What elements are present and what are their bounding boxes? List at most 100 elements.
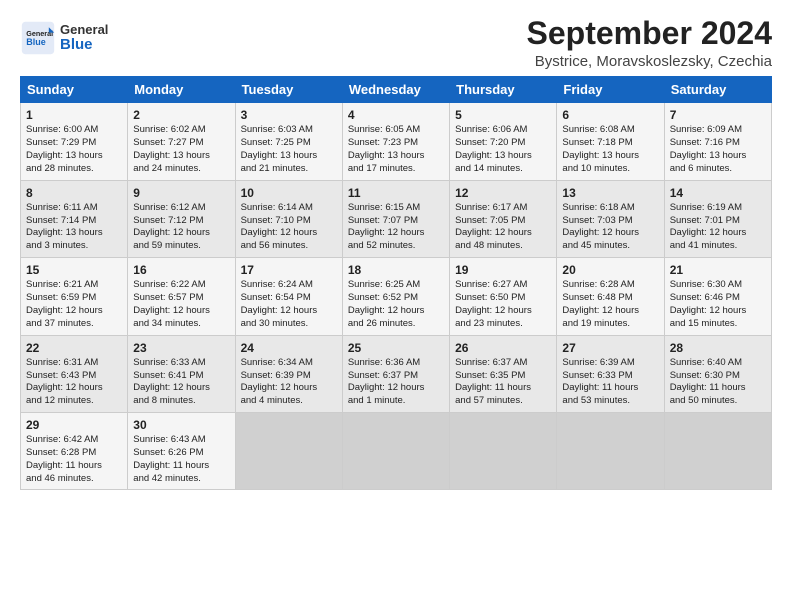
day-info-line: and 42 minutes. xyxy=(133,473,229,486)
day-info-line: Daylight: 11 hours xyxy=(562,382,658,395)
day-info-line: and 57 minutes. xyxy=(455,395,551,408)
day-number: 3 xyxy=(241,107,337,123)
day-number: 22 xyxy=(26,340,122,356)
day-info-line: Daylight: 12 hours xyxy=(133,382,229,395)
day-info-line: Sunrise: 6:15 AM xyxy=(348,202,444,215)
day-info-line: Sunset: 7:20 PM xyxy=(455,137,551,150)
day-number: 23 xyxy=(133,340,229,356)
table-row: 20Sunrise: 6:28 AMSunset: 6:48 PMDayligh… xyxy=(557,258,664,335)
table-row: 23Sunrise: 6:33 AMSunset: 6:41 PMDayligh… xyxy=(128,335,235,412)
day-number: 2 xyxy=(133,107,229,123)
table-row: 5Sunrise: 6:06 AMSunset: 7:20 PMDaylight… xyxy=(450,103,557,180)
col-tuesday: Tuesday xyxy=(235,77,342,103)
svg-text:Blue: Blue xyxy=(26,37,46,47)
day-info-line: Sunset: 6:46 PM xyxy=(670,292,766,305)
day-info-line: Sunrise: 6:27 AM xyxy=(455,279,551,292)
day-info-line: and 23 minutes. xyxy=(455,318,551,331)
table-row: 4Sunrise: 6:05 AMSunset: 7:23 PMDaylight… xyxy=(342,103,449,180)
day-number: 30 xyxy=(133,417,229,433)
day-info-line: Daylight: 12 hours xyxy=(241,227,337,240)
day-info-line: Sunset: 7:18 PM xyxy=(562,137,658,150)
day-info-line: Sunrise: 6:14 AM xyxy=(241,202,337,215)
day-info-line: and 56 minutes. xyxy=(241,240,337,253)
day-info-line: and 3 minutes. xyxy=(26,240,122,253)
day-info-line: Sunrise: 6:39 AM xyxy=(562,357,658,370)
day-info-line: Sunset: 6:35 PM xyxy=(455,370,551,383)
day-number: 12 xyxy=(455,185,551,201)
day-info-line: Sunrise: 6:22 AM xyxy=(133,279,229,292)
logo: General Blue General Blue xyxy=(20,20,108,56)
day-info-line: Daylight: 12 hours xyxy=(348,382,444,395)
table-row: 28Sunrise: 6:40 AMSunset: 6:30 PMDayligh… xyxy=(664,335,771,412)
day-info-line: Sunset: 6:30 PM xyxy=(670,370,766,383)
day-info-line: Sunset: 6:50 PM xyxy=(455,292,551,305)
day-info-line: Sunrise: 6:24 AM xyxy=(241,279,337,292)
day-number: 20 xyxy=(562,262,658,278)
day-info-line: Daylight: 13 hours xyxy=(348,150,444,163)
day-number: 25 xyxy=(348,340,444,356)
day-info-line: Daylight: 13 hours xyxy=(455,150,551,163)
col-wednesday: Wednesday xyxy=(342,77,449,103)
day-info-line: Sunrise: 6:21 AM xyxy=(26,279,122,292)
day-info-line: Sunrise: 6:37 AM xyxy=(455,357,551,370)
day-info-line: Sunset: 6:43 PM xyxy=(26,370,122,383)
header: General Blue General Blue September 2024… xyxy=(20,16,772,70)
day-info-line: Sunrise: 6:02 AM xyxy=(133,124,229,137)
day-info-line: Daylight: 11 hours xyxy=(455,382,551,395)
day-info-line: Sunrise: 6:25 AM xyxy=(348,279,444,292)
day-number: 27 xyxy=(562,340,658,356)
table-row: 25Sunrise: 6:36 AMSunset: 6:37 PMDayligh… xyxy=(342,335,449,412)
day-info-line: Sunrise: 6:11 AM xyxy=(26,202,122,215)
day-info-line: Sunrise: 6:00 AM xyxy=(26,124,122,137)
day-info-line: Daylight: 12 hours xyxy=(26,305,122,318)
table-row: 9Sunrise: 6:12 AMSunset: 7:12 PMDaylight… xyxy=(128,180,235,257)
logo-icon: General Blue xyxy=(20,20,56,56)
location: Bystrice, Moravskoslezsky, Czechia xyxy=(527,53,772,70)
day-info-line: Sunrise: 6:36 AM xyxy=(348,357,444,370)
day-info-line: Sunset: 7:03 PM xyxy=(562,215,658,228)
day-info-line: Daylight: 12 hours xyxy=(670,305,766,318)
day-info-line: Sunrise: 6:19 AM xyxy=(670,202,766,215)
day-info-line: Sunset: 7:23 PM xyxy=(348,137,444,150)
day-info-line: Daylight: 13 hours xyxy=(562,150,658,163)
table-row: 1Sunrise: 6:00 AMSunset: 7:29 PMDaylight… xyxy=(21,103,128,180)
day-info-line: Sunset: 6:41 PM xyxy=(133,370,229,383)
day-info-line: Daylight: 13 hours xyxy=(26,150,122,163)
day-info-line: Sunrise: 6:03 AM xyxy=(241,124,337,137)
day-info-line: and 59 minutes. xyxy=(133,240,229,253)
day-info-line: and 50 minutes. xyxy=(670,395,766,408)
day-info-line: Sunrise: 6:17 AM xyxy=(455,202,551,215)
day-number: 29 xyxy=(26,417,122,433)
day-info-line: Sunrise: 6:18 AM xyxy=(562,202,658,215)
day-info-line: Sunrise: 6:33 AM xyxy=(133,357,229,370)
day-number: 5 xyxy=(455,107,551,123)
table-row: 10Sunrise: 6:14 AMSunset: 7:10 PMDayligh… xyxy=(235,180,342,257)
day-number: 14 xyxy=(670,185,766,201)
calendar-table: Sunday Monday Tuesday Wednesday Thursday… xyxy=(20,76,772,490)
day-info-line: Sunrise: 6:09 AM xyxy=(670,124,766,137)
day-info-line: Sunrise: 6:28 AM xyxy=(562,279,658,292)
table-row xyxy=(557,412,664,489)
day-info-line: and 48 minutes. xyxy=(455,240,551,253)
day-info-line: Sunset: 7:10 PM xyxy=(241,215,337,228)
day-info-line: Daylight: 12 hours xyxy=(26,382,122,395)
day-number: 24 xyxy=(241,340,337,356)
logo-text: General Blue xyxy=(60,23,108,54)
calendar-week-row: 15Sunrise: 6:21 AMSunset: 6:59 PMDayligh… xyxy=(21,258,772,335)
day-info-line: and 53 minutes. xyxy=(562,395,658,408)
table-row: 15Sunrise: 6:21 AMSunset: 6:59 PMDayligh… xyxy=(21,258,128,335)
day-info-line: Sunrise: 6:30 AM xyxy=(670,279,766,292)
col-monday: Monday xyxy=(128,77,235,103)
day-info-line: and 34 minutes. xyxy=(133,318,229,331)
day-info-line: Daylight: 12 hours xyxy=(241,382,337,395)
day-number: 1 xyxy=(26,107,122,123)
day-number: 26 xyxy=(455,340,551,356)
day-info-line: Daylight: 13 hours xyxy=(241,150,337,163)
calendar-week-row: 22Sunrise: 6:31 AMSunset: 6:43 PMDayligh… xyxy=(21,335,772,412)
day-number: 21 xyxy=(670,262,766,278)
table-row: 30Sunrise: 6:43 AMSunset: 6:26 PMDayligh… xyxy=(128,412,235,489)
day-info-line: and 26 minutes. xyxy=(348,318,444,331)
day-number: 17 xyxy=(241,262,337,278)
month-title: September 2024 xyxy=(527,16,772,51)
day-info-line: and 14 minutes. xyxy=(455,163,551,176)
